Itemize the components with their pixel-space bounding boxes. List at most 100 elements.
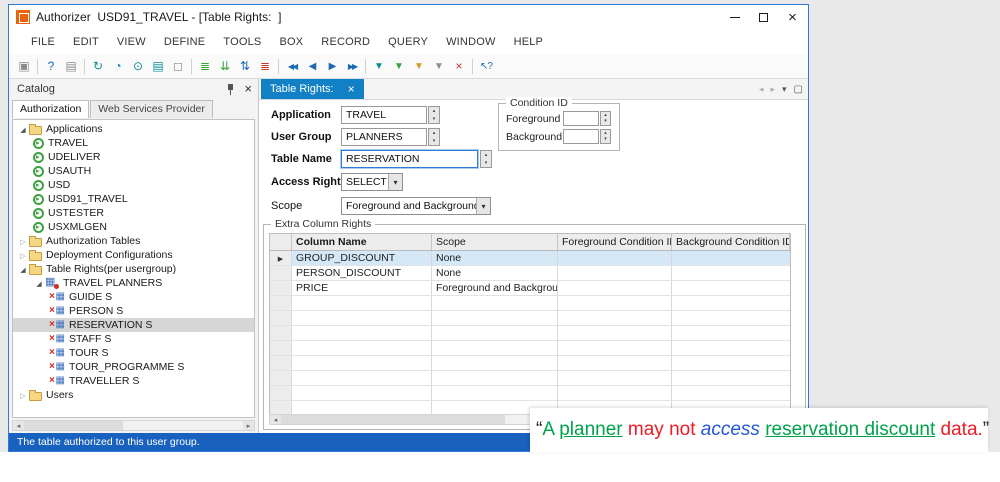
cell-background-condition-id[interactable] — [672, 266, 790, 280]
expander-open-icon[interactable] — [17, 263, 29, 275]
history-icon[interactable]: ◔ — [108, 57, 128, 76]
grid-row-empty[interactable] — [270, 311, 790, 326]
tab-list-icon[interactable] — [782, 84, 787, 95]
access-right-select[interactable]: SELECT — [341, 173, 403, 191]
tab-web-services-provider[interactable]: Web Services Provider — [90, 100, 213, 118]
tab-close-icon[interactable] — [348, 83, 355, 96]
tree-item-tour-programme-s[interactable]: TOUR_PROGRAMME S — [13, 360, 254, 374]
tree-item-authorization-tables[interactable]: Authorization Tables — [13, 234, 254, 248]
tree-item-travel[interactable]: TRAVEL — [13, 136, 254, 150]
scroll-left-icon[interactable] — [13, 421, 24, 430]
tree-item-udeliver[interactable]: UDELIVER — [13, 150, 254, 164]
cell-column-name[interactable]: PRICE — [292, 281, 432, 295]
menu-item-record[interactable]: RECORD — [312, 36, 379, 48]
row-selector[interactable] — [270, 251, 292, 265]
foreground-condition-input[interactable] — [563, 111, 599, 126]
catalog-close-icon[interactable] — [244, 80, 252, 98]
tree-item-usd[interactable]: USD — [13, 178, 254, 192]
scroll-track[interactable] — [24, 421, 243, 430]
chevron-down-icon[interactable] — [476, 198, 490, 214]
tree-item-reservation-s[interactable]: RESERVATION S — [13, 318, 254, 332]
expander-closed-icon[interactable] — [17, 249, 29, 261]
scroll-thumb[interactable] — [281, 415, 506, 424]
cell-background-condition-id[interactable] — [672, 281, 790, 295]
tab-scroll-left-icon[interactable] — [759, 84, 764, 95]
background-condition-input[interactable] — [563, 129, 599, 144]
application-spinner[interactable] — [428, 106, 440, 124]
tree-item-users[interactable]: Users — [13, 388, 254, 402]
foreground-spinner[interactable] — [600, 111, 611, 126]
menu-item-tools[interactable]: TOOLS — [214, 36, 270, 48]
previous-record-icon[interactable]: ◀ — [302, 57, 322, 76]
tree-item-usd91-travel[interactable]: USD91_TRAVEL — [13, 192, 254, 206]
tab-table-rights[interactable]: Table Rights: — [261, 79, 364, 99]
last-record-icon[interactable]: ▶▶ — [342, 57, 362, 76]
tree-item-traveller-s[interactable]: TRAVELLER S — [13, 374, 254, 388]
scroll-thumb[interactable] — [24, 421, 123, 430]
column-header-background-condition-id[interactable]: Background Condition ID — [672, 234, 790, 250]
menu-item-file[interactable]: FILE — [22, 36, 64, 48]
grid-row-empty[interactable] — [270, 356, 790, 371]
tree-item-usxmlgen[interactable]: USXMLGEN — [13, 220, 254, 234]
save-icon[interactable]: ▣ — [14, 57, 34, 76]
whats-this-icon[interactable]: ↖? — [476, 57, 496, 76]
first-record-icon[interactable]: ◀◀ — [282, 57, 302, 76]
menu-item-help[interactable]: HELP — [505, 36, 553, 48]
grid-row-empty[interactable] — [270, 341, 790, 356]
expander-open-icon[interactable] — [17, 123, 29, 135]
cell-scope[interactable]: None — [432, 251, 558, 265]
maximize-button[interactable] — [749, 5, 778, 29]
cell-foreground-condition-id[interactable] — [558, 266, 672, 280]
menu-item-define[interactable]: DEFINE — [155, 36, 215, 48]
cell-scope[interactable]: Foreground and Background — [432, 281, 558, 295]
tree-item-guide-s[interactable]: GUIDE S — [13, 290, 254, 304]
tree-item-staff-s[interactable]: STAFF S — [13, 332, 254, 346]
tab-authorization[interactable]: Authorization — [12, 100, 90, 118]
application-input[interactable]: TRAVEL — [341, 106, 427, 124]
refresh-icon[interactable]: ↻ — [88, 57, 108, 76]
tree-item-tour-s[interactable]: TOUR S — [13, 346, 254, 360]
print-icon[interactable]: ▤ — [61, 57, 81, 76]
cell-background-condition-id[interactable] — [672, 251, 790, 265]
cell-column-name[interactable]: GROUP_DISCOUNT — [292, 251, 432, 265]
cell-foreground-condition-id[interactable] — [558, 281, 672, 295]
filter-icon[interactable]: ▼ — [369, 57, 389, 76]
close-button[interactable] — [778, 5, 807, 29]
grid-row-empty[interactable] — [270, 386, 790, 401]
grid-row-empty[interactable] — [270, 326, 790, 341]
row-selector[interactable] — [270, 281, 292, 295]
background-spinner[interactable] — [600, 129, 611, 144]
column-header-scope[interactable]: Scope — [432, 234, 558, 250]
cell-column-name[interactable]: PERSON_DISCOUNT — [292, 266, 432, 280]
menu-item-query[interactable]: QUERY — [379, 36, 437, 48]
filter-add-icon[interactable]: ▼ — [389, 57, 409, 76]
menu-item-window[interactable]: WINDOW — [437, 36, 504, 48]
table-name-input[interactable]: RESERVATION — [341, 150, 478, 168]
expander-closed-icon[interactable] — [17, 389, 29, 401]
grid-row-empty[interactable] — [270, 371, 790, 386]
pin-icon[interactable] — [226, 83, 236, 96]
expander-open-icon[interactable] — [33, 277, 45, 289]
tree-item-usauth[interactable]: USAUTH — [13, 164, 254, 178]
menu-item-box[interactable]: BOX — [270, 36, 312, 48]
grid-row-group-discount[interactable]: GROUP_DISCOUNT None — [270, 251, 790, 266]
grid-row-price[interactable]: PRICE Foreground and Background — [270, 281, 790, 296]
cell-foreground-condition-id[interactable] — [558, 251, 672, 265]
tab-float-icon[interactable] — [794, 84, 803, 95]
tree-item-deployment-configurations[interactable]: Deployment Configurations — [13, 248, 254, 262]
scope-select[interactable]: Foreground and Background — [341, 197, 491, 215]
tree-item-applications[interactable]: Applications — [13, 122, 254, 136]
cell-scope[interactable]: None — [432, 266, 558, 280]
grid-row-person-discount[interactable]: PERSON_DISCOUNT None — [270, 266, 790, 281]
tree-item-travel-planners[interactable]: TRAVEL PLANNERS — [13, 276, 254, 290]
database-icon[interactable]: ▤ — [148, 57, 168, 76]
duplicate-row-icon[interactable]: ⇊ — [215, 57, 235, 76]
expander-closed-icon[interactable] — [17, 235, 29, 247]
column-header-column-name[interactable]: Column Name — [292, 234, 432, 250]
scroll-left-icon[interactable] — [270, 415, 281, 424]
next-record-icon[interactable]: ▶ — [322, 57, 342, 76]
clear-icon[interactable]: ◻ — [168, 57, 188, 76]
column-header-foreground-condition-id[interactable]: Foreground Condition ID — [558, 234, 672, 250]
menu-item-edit[interactable]: EDIT — [64, 36, 108, 48]
delete-row-icon[interactable]: ≣ — [255, 57, 275, 76]
